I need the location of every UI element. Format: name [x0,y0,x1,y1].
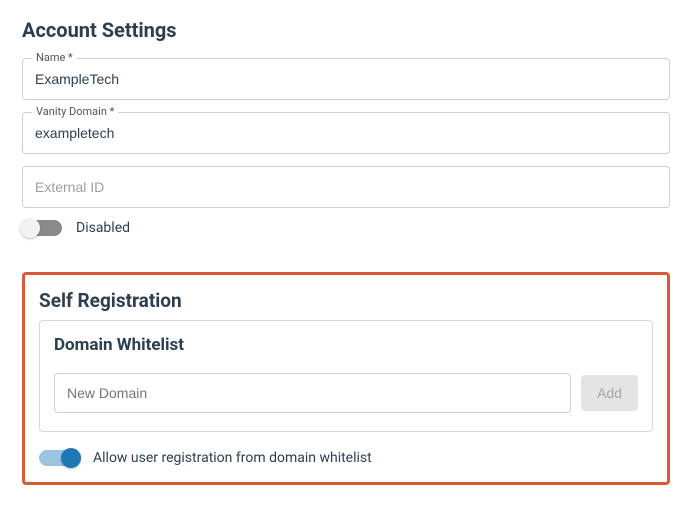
toggle-knob [20,218,40,238]
external-id-field-wrap [22,166,670,208]
add-domain-button[interactable]: Add [581,375,638,411]
account-settings-title: Account Settings [22,18,670,42]
domain-add-row: Add [54,373,638,413]
vanity-domain-input[interactable] [22,112,670,154]
new-domain-input[interactable] [54,373,571,413]
disabled-toggle-label: Disabled [76,220,130,236]
domain-whitelist-title: Domain Whitelist [54,335,638,355]
allow-registration-label: Allow user registration from domain whit… [93,450,372,466]
name-input[interactable] [22,58,670,100]
self-registration-highlight: Self Registration Domain Whitelist Add A… [22,272,670,485]
domain-whitelist-panel: Domain Whitelist Add [39,320,653,432]
disabled-toggle-row: Disabled [22,220,670,236]
name-field-wrap: Name * [22,58,670,100]
allow-registration-row: Allow user registration from domain whit… [39,450,653,466]
toggle-knob [61,448,81,468]
external-id-input[interactable] [22,166,670,208]
vanity-label: Vanity Domain * [32,105,118,118]
name-label: Name * [32,51,77,64]
allow-registration-toggle[interactable] [39,450,79,466]
disabled-toggle[interactable] [22,220,62,236]
vanity-field-wrap: Vanity Domain * [22,112,670,154]
self-registration-title: Self Registration [39,289,653,312]
